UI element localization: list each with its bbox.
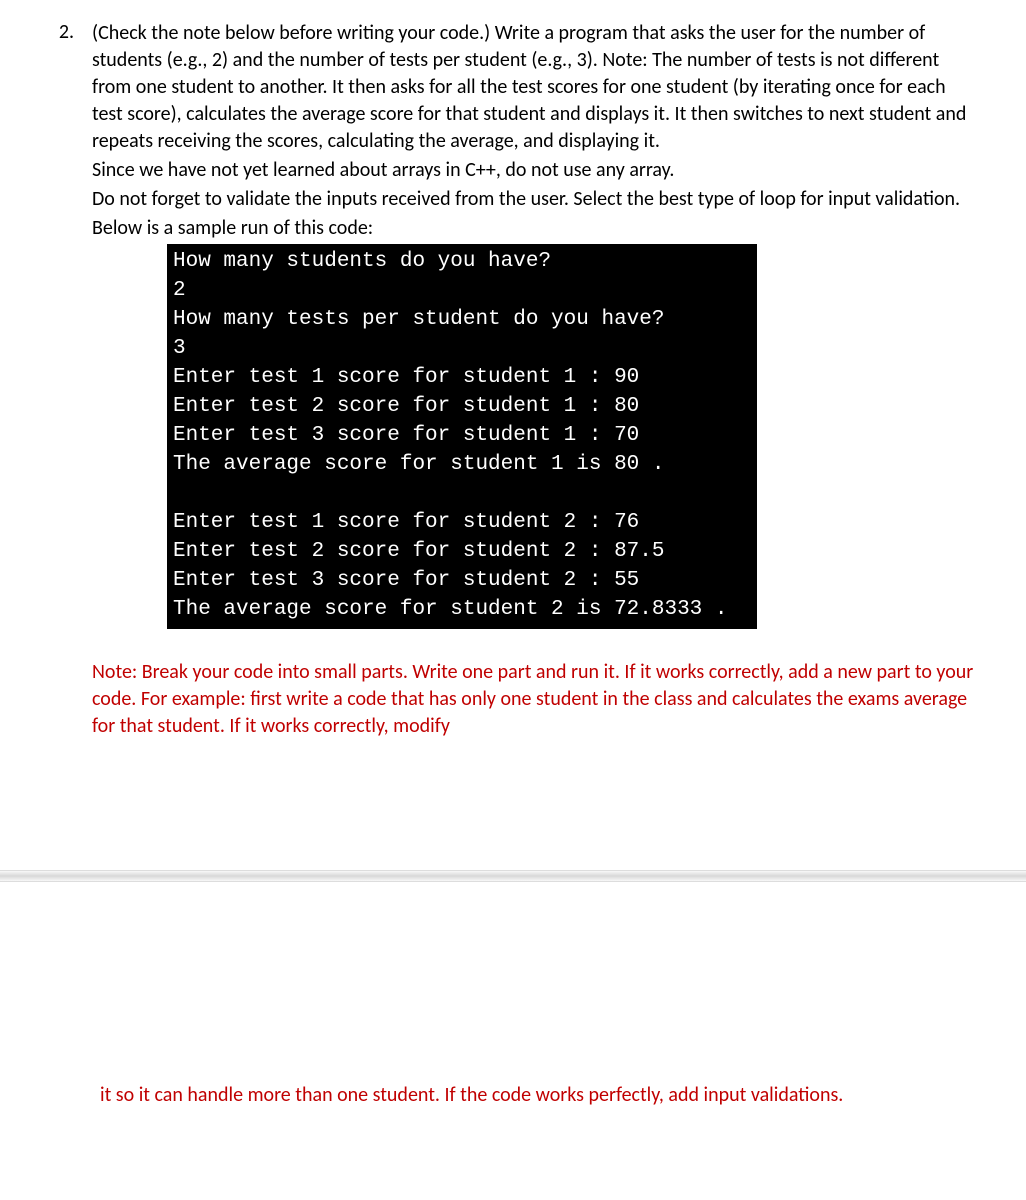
note-text-part2: it so it can handle more than one studen… <box>100 1082 976 1109</box>
page-divider <box>0 870 1026 882</box>
console-line: Enter test 1 score for student 2 : 76 <box>173 511 639 534</box>
question-text-line2: Since we have not yet learned about arra… <box>92 157 976 184</box>
console-line: Enter test 2 score for student 1 : 80 <box>173 395 639 418</box>
question-container: 2. (Check the note below before writing … <box>50 20 976 740</box>
console-line: Enter test 2 score for student 2 : 87.5 <box>173 540 664 563</box>
console-line: How many students do you have? <box>173 250 551 273</box>
console-line: 2 <box>173 279 186 302</box>
question-text-line3: Do not forget to validate the inputs rec… <box>92 186 976 213</box>
console-line: 3 <box>173 337 186 360</box>
console-line: The average score for student 1 is 80 . <box>173 453 664 476</box>
console-line: How many tests per student do you have? <box>173 308 664 331</box>
question-text-main: (Check the note below before writing you… <box>92 20 976 155</box>
console-line: Enter test 3 score for student 2 : 55 <box>173 569 639 592</box>
console-line: Enter test 1 score for student 1 : 90 <box>173 366 639 389</box>
question-number: 2. <box>50 20 74 740</box>
note-text-part1: Note: Break your code into small parts. … <box>92 659 976 740</box>
question-text-line4: Below is a sample run of this code: <box>92 215 976 242</box>
console-output: How many students do you have? 2 How man… <box>167 244 757 629</box>
console-line: Enter test 3 score for student 1 : 70 <box>173 424 639 447</box>
console-line: The average score for student 2 is 72.83… <box>173 598 728 621</box>
question-body: (Check the note below before writing you… <box>92 20 976 740</box>
